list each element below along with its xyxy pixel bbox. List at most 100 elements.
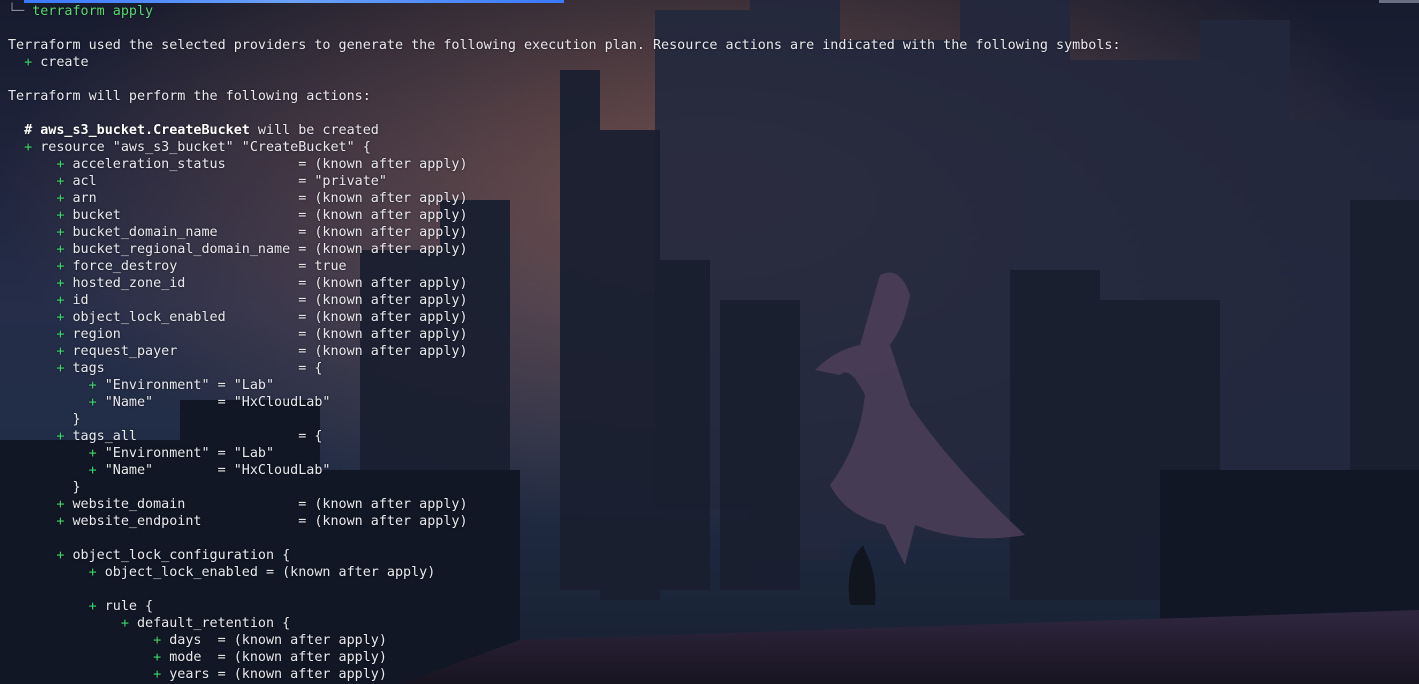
attribute-key: bucket <box>72 208 299 223</box>
attribute-value: = (known after apply) <box>298 225 468 240</box>
brace-close: } <box>72 480 81 495</box>
tag-key: "Name" <box>104 395 210 410</box>
plus-symbol: + <box>56 174 65 189</box>
rule-open: + rule { <box>8 598 1121 615</box>
attribute-key: tags_all <box>72 429 299 444</box>
block-attribute: mode = (known after apply) <box>169 650 387 665</box>
attribute-key: hosted_zone_id <box>72 276 299 291</box>
prompt-line: └─ terraform apply <box>8 3 1121 20</box>
tags-open: + tags = { <box>8 360 1121 377</box>
command-text: terraform apply <box>32 4 154 19</box>
resource-comment: # aws_s3_bucket.CreateBucket will be cre… <box>8 122 1121 139</box>
plus-symbol: + <box>56 208 65 223</box>
attribute-value: = { <box>298 429 323 444</box>
attribute-row: + object_lock_enabled = (known after app… <box>8 309 1121 326</box>
attribute-row: + acl = "private" <box>8 173 1121 190</box>
attribute-value: = (known after apply) <box>298 157 468 172</box>
retention-attribute: + years = (known after apply) <box>8 666 1121 683</box>
attribute-key: website_endpoint <box>72 514 299 529</box>
plus-symbol: + <box>88 395 97 410</box>
resource-comment-hash: # <box>24 123 41 138</box>
plus-symbol: + <box>56 344 65 359</box>
plus-symbol: + <box>56 225 65 240</box>
plus-symbol: + <box>88 565 97 580</box>
attribute-value: = (known after apply) <box>298 310 468 325</box>
resource-comment-name: aws_s3_bucket.CreateBucket <box>40 123 250 138</box>
plus-symbol: + <box>24 55 33 70</box>
plus-symbol: + <box>88 463 97 478</box>
plus-symbol: + <box>56 514 65 529</box>
attribute-value: = { <box>298 361 323 376</box>
plus-symbol: + <box>153 650 162 665</box>
terminal-output: └─ terraform apply Terraform used the se… <box>8 3 1121 683</box>
attribute-key: request_payer <box>72 344 299 359</box>
attribute-value: = (known after apply) <box>298 327 468 342</box>
terminal-window[interactable]: └─ terraform apply Terraform used the se… <box>0 0 1419 684</box>
plus-symbol: + <box>56 497 65 512</box>
intro-line: Terraform used the selected providers to… <box>8 38 1121 53</box>
attribute-key: acceleration_status <box>72 157 299 172</box>
attribute-key: region <box>72 327 299 342</box>
block-open: rule { <box>104 599 154 614</box>
tag-value: = "HxCloudLab" <box>209 463 331 478</box>
block-attribute: object_lock_enabled = (known after apply… <box>104 565 436 580</box>
tags-close: } <box>8 411 1121 428</box>
attribute-value: = (known after apply) <box>298 276 468 291</box>
olc-enabled: + object_lock_enabled = (known after app… <box>8 564 1121 581</box>
perform-line: Terraform will perform the following act… <box>8 89 371 104</box>
tag-key: "Environment" <box>104 378 210 393</box>
attribute-row: + bucket_domain_name = (known after appl… <box>8 224 1121 241</box>
tag-value: = "HxCloudLab" <box>209 395 331 410</box>
attribute-value: = (known after apply) <box>298 208 468 223</box>
attribute-key: website_domain <box>72 497 299 512</box>
attribute-row: + id = (known after apply) <box>8 292 1121 309</box>
plus-symbol: + <box>56 242 65 257</box>
attribute-value: = (known after apply) <box>298 191 468 206</box>
plus-symbol: + <box>56 310 65 325</box>
plus-symbol: + <box>88 599 97 614</box>
attribute-key: force_destroy <box>72 259 299 274</box>
attribute-value: = "private" <box>298 174 387 189</box>
plus-symbol: + <box>153 633 162 648</box>
olc-open: + object_lock_configuration { <box>8 547 1121 564</box>
window-control[interactable] <box>1379 0 1419 3</box>
attribute-row: + website_domain = (known after apply) <box>8 496 1121 513</box>
plus-symbol: + <box>88 378 97 393</box>
prompt-branch: └─ <box>8 4 25 19</box>
block-open: default_retention { <box>137 616 291 631</box>
attribute-row: + bucket_regional_domain_name = (known a… <box>8 241 1121 258</box>
attribute-key: bucket_domain_name <box>72 225 299 240</box>
block-open: object_lock_configuration { <box>72 548 291 563</box>
retention-open: + default_retention { <box>8 615 1121 632</box>
plus-symbol: + <box>56 429 65 444</box>
plus-symbol: + <box>56 293 65 308</box>
retention-attribute: + mode = (known after apply) <box>8 649 1121 666</box>
brace-close: } <box>72 412 81 427</box>
tag-entry: + "Environment" = "Lab" <box>8 377 1121 394</box>
attribute-key: arn <box>72 191 299 206</box>
block-attribute: days = (known after apply) <box>169 633 387 648</box>
tag-value: = "Lab" <box>209 446 275 461</box>
plus-symbol: + <box>56 157 65 172</box>
attribute-key: tags <box>72 361 299 376</box>
attribute-value: = (known after apply) <box>298 242 468 257</box>
plus-symbol: + <box>120 616 129 631</box>
attribute-row: + website_endpoint = (known after apply) <box>8 513 1121 530</box>
plus-symbol: + <box>56 327 65 342</box>
resource-open: + resource "aws_s3_bucket" "CreateBucket… <box>8 139 1121 156</box>
attribute-value: = (known after apply) <box>298 293 468 308</box>
legend-line: + create <box>8 54 1121 71</box>
attribute-row: + arn = (known after apply) <box>8 190 1121 207</box>
plus-symbol: + <box>56 191 65 206</box>
attribute-key: bucket_regional_domain_name <box>72 242 299 257</box>
plus-symbol: + <box>56 361 65 376</box>
block-attribute: years = (known after apply) <box>169 667 387 682</box>
attribute-row: + acceleration_status = (known after app… <box>8 156 1121 173</box>
attribute-value: = true <box>298 259 347 274</box>
tags-all-open: + tags_all = { <box>8 428 1121 445</box>
attribute-value: = (known after apply) <box>298 497 468 512</box>
attribute-row: + force_destroy = true <box>8 258 1121 275</box>
